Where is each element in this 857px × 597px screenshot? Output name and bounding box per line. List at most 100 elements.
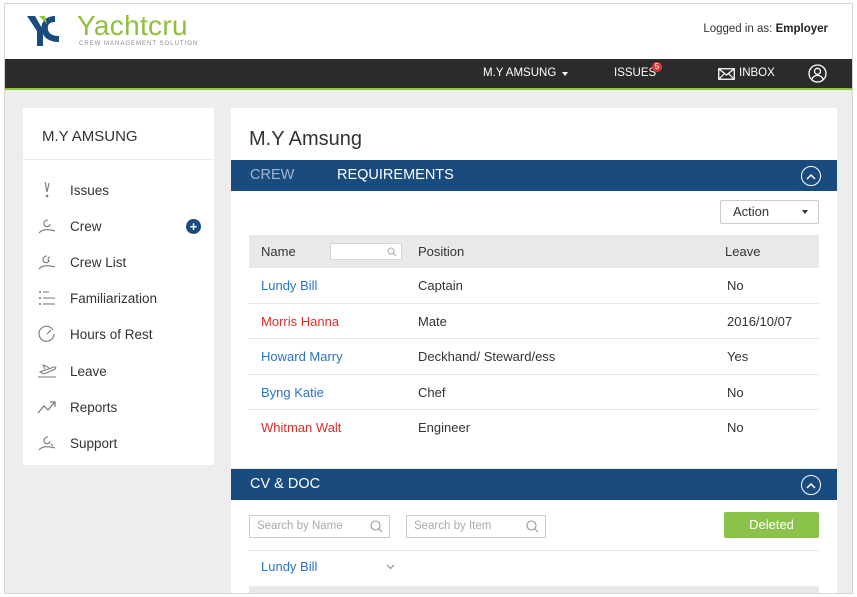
crew-leave: 2016/10/07: [727, 313, 793, 329]
crew-tabs-bar: CREW REQUIREMENTS: [231, 160, 837, 191]
sidebar: M.Y AMSUNG Issues Crew + Crew List Famil…: [23, 108, 214, 465]
chevron-down-icon[interactable]: [386, 564, 395, 570]
issues-icon: [37, 180, 57, 200]
crew-leave: No: [727, 420, 744, 435]
table-row: Howard Marry Deckhand/ Steward/ess Yes: [249, 339, 819, 375]
cv-doc-panel: CV & DOC Search by Name Search by Item D…: [231, 469, 837, 593]
crew-list-icon: [37, 252, 57, 272]
crew-leave: No: [727, 278, 744, 293]
sidebar-title: M.Y AMSUNG: [23, 108, 214, 160]
sidebar-item-label: Issues: [70, 182, 110, 198]
crew-leave: Yes: [727, 349, 749, 364]
logged-in-user: Employer: [775, 23, 828, 35]
sidebar-item-issues[interactable]: Issues: [23, 178, 214, 202]
crew-name-link[interactable]: Byng Katie: [261, 375, 324, 410]
sidebar-item-crew[interactable]: Crew +: [23, 214, 214, 238]
search-icon: [526, 520, 539, 533]
logged-in-status: Logged in as: Employer: [703, 23, 828, 35]
list-icon: [37, 288, 57, 308]
support-icon: [37, 433, 57, 453]
crew-table: Name Position Leave Lundy Bill Captain N…: [249, 235, 819, 446]
crew-icon: [37, 216, 57, 236]
nav-issues-label: ISSUES: [614, 67, 657, 79]
divider: [249, 550, 819, 551]
sidebar-item-reports[interactable]: Reports: [23, 395, 214, 419]
column-header-position: Position: [418, 244, 465, 259]
sidebar-item-leave[interactable]: Leave: [23, 359, 214, 383]
vessel-selector-label: M.Y AMSUNG: [483, 67, 557, 79]
chevron-down-icon: [802, 210, 808, 214]
crew-position: Mate: [418, 313, 447, 329]
table-row: Whitman Walt Engineer No: [249, 410, 819, 446]
chevron-down-icon: [562, 71, 569, 76]
clock-icon: [37, 324, 57, 344]
crew-position: Captain: [418, 278, 463, 293]
crew-leave: No: [727, 384, 744, 400]
brand-tagline: CREW MANAGEMENT SOLUTION: [79, 41, 199, 47]
action-dropdown-label: Action: [733, 204, 770, 219]
sidebar-item-label: Familiarization: [70, 290, 158, 306]
issues-count-badge: 5: [652, 62, 662, 72]
table-row: Morris Hanna Mate 2016/10/07: [249, 304, 819, 339]
cv-crew-name-link[interactable]: Lundy Bill: [261, 557, 317, 577]
crew-position: Engineer: [418, 420, 471, 435]
sidebar-item-label: Crew: [70, 218, 102, 234]
column-header-leave: Leave: [725, 244, 761, 259]
nav-inbox[interactable]: INBOX: [718, 59, 775, 88]
search-by-item-input[interactable]: Search by Item: [406, 515, 546, 538]
top-header: Yachtcru CREW MANAGEMENT SOLUTION Logged…: [5, 4, 852, 59]
logged-in-prefix: Logged in as:: [703, 23, 773, 35]
collapse-cv-button[interactable]: [801, 475, 821, 495]
table-row: Lundy Bill Captain No: [249, 268, 819, 304]
sidebar-item-support[interactable]: Support: [23, 431, 214, 455]
sidebar-item-label: Reports: [70, 399, 118, 415]
tab-requirements[interactable]: REQUIREMENTS: [337, 160, 454, 191]
column-header-name: Name: [261, 244, 296, 259]
search-icon: [370, 520, 383, 533]
table-row: Byng Katie Chef No: [249, 375, 819, 410]
nav-inbox-label: INBOX: [739, 67, 775, 79]
user-icon: [808, 64, 827, 83]
table-header: Name Position Leave: [249, 235, 819, 268]
cv-next-row: [249, 586, 819, 593]
cv-doc-bar: CV & DOC: [231, 469, 837, 500]
crew-name-link[interactable]: Morris Hanna: [261, 304, 339, 339]
deleted-button[interactable]: Deleted: [724, 512, 819, 538]
trend-icon: [37, 397, 57, 417]
sidebar-item-familiarization[interactable]: Familiarization: [23, 286, 214, 310]
crew-position: Deckhand/ Steward/ess: [418, 349, 556, 364]
add-crew-button[interactable]: +: [186, 218, 201, 234]
search-by-item-placeholder: Search by Item: [414, 520, 492, 532]
nav-issues[interactable]: ISSUES 5: [614, 59, 662, 88]
sidebar-item-label: Support: [70, 435, 118, 451]
sidebar-item-label: Leave: [70, 363, 107, 379]
crew-name-link[interactable]: Lundy Bill: [261, 268, 317, 303]
crew-name-link[interactable]: Whitman Walt: [261, 410, 341, 445]
chevron-up-icon: [806, 173, 816, 180]
app-frame: Yachtcru CREW MANAGEMENT SOLUTION Logged…: [4, 3, 853, 594]
sidebar-item-crew-list[interactable]: Crew List: [23, 250, 214, 274]
crew-name-link[interactable]: Howard Marry: [261, 339, 343, 374]
sidebar-item-hours-of-rest[interactable]: Hours of Rest: [23, 322, 214, 346]
search-icon: [387, 247, 397, 257]
sidebar-item-label: Crew List: [70, 254, 127, 270]
brand-name: Yachtcru: [77, 10, 188, 41]
user-menu-button[interactable]: [808, 64, 827, 83]
plane-icon: [37, 361, 57, 381]
chevron-up-icon: [806, 482, 816, 489]
envelope-icon: [718, 67, 735, 80]
main-panel: M.Y Amsung CREW REQUIREMENTS Action Name…: [231, 108, 837, 468]
search-by-name-placeholder: Search by Name: [257, 520, 343, 532]
action-dropdown[interactable]: Action: [720, 200, 819, 224]
tab-crew[interactable]: CREW: [250, 160, 294, 191]
yc-logo-mark-icon: [27, 16, 59, 46]
brand-logo[interactable]: Yachtcru CREW MANAGEMENT SOLUTION: [25, 12, 198, 50]
search-by-name-input[interactable]: Search by Name: [249, 515, 390, 538]
collapse-section-button[interactable]: [801, 166, 821, 186]
crew-position: Chef: [418, 384, 446, 400]
page-title: M.Y Amsung: [249, 128, 363, 150]
vessel-selector[interactable]: M.Y AMSUNG: [483, 59, 569, 88]
name-filter-input[interactable]: [330, 243, 402, 260]
main-navbar: M.Y AMSUNG ISSUES 5 INBOX: [5, 59, 852, 90]
cv-doc-title: CV & DOC: [250, 476, 321, 492]
